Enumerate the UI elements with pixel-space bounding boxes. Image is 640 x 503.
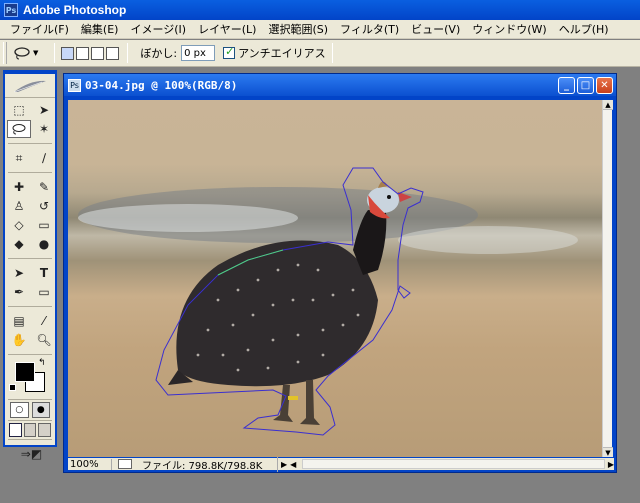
divider [8,306,52,307]
clone-stamp-icon[interactable]: ♙ [7,197,31,215]
toolbox: ⬚ ➤ ✶ ⌗ ∕ ✚ ✎ ♙ ↺ ◇ ▭ ◆ ● ➤ T ✒ ▭ ▤ ⁄ ✋ … [3,70,57,461]
antialias-checkbox[interactable] [223,45,236,59]
divider [331,43,333,63]
default-colors-icon[interactable] [9,384,16,391]
document-title: 03-04.jpg @ 100%(RGB/8) [85,78,238,92]
feather-logo-icon[interactable] [5,74,55,98]
scroll-down-arrow-icon[interactable]: ▼ [603,447,613,457]
divider [8,420,52,421]
antialias-label: アンチエイリアス [238,47,326,60]
blur-tool-icon[interactable]: ◆ [7,235,31,253]
options-bar: ▼ ぼかし: アンチエイリアス [0,40,640,67]
divider [8,258,52,259]
app-title-bar: Ps Adobe Photoshop [0,0,640,20]
screen-mode-full-button[interactable] [38,423,52,437]
menu-edit[interactable]: 編集(E) [75,21,125,37]
crop-tool-icon[interactable]: ⌗ [7,149,31,167]
tool-preset-picker[interactable]: ▼ [13,46,38,60]
file-size-info[interactable]: ファイル: 798.8K/798.8K [138,456,278,472]
pen-tool-icon[interactable]: ✒ [7,283,31,301]
jump-to-imageready-icon[interactable]: ⇒◩ [7,445,56,463]
eyedropper-tool-icon[interactable]: ⁄ [32,312,56,330]
magic-wand-tool-icon[interactable]: ✶ [32,120,56,138]
menu-view[interactable]: ビュー(V) [405,21,466,37]
standard-mode-button[interactable]: ○ [10,402,29,418]
intersect-selection-button[interactable] [106,46,120,60]
swap-colors-icon[interactable]: ↰ [38,358,46,368]
minimize-button[interactable]: _ [558,77,575,94]
feather-input[interactable] [181,45,216,61]
status-bar: 100% ファイル: 798.8K/798.8K ▶ ◀ ▶ [68,456,614,472]
guinea-fowl-photo [78,167,578,436]
horizontal-scrollbar[interactable] [302,459,605,469]
foreground-color-swatch[interactable] [15,362,35,382]
hand-tool-icon[interactable]: ✋ [7,331,31,349]
color-swatches: ↰ [9,358,51,396]
dodge-tool-icon[interactable]: ● [32,235,56,253]
divider [127,43,129,63]
lasso-tool-icon[interactable] [7,120,31,138]
add-selection-button[interactable] [76,46,90,60]
menu-filter[interactable]: フィルタ(T) [334,21,405,37]
healing-brush-icon[interactable]: ✚ [7,178,31,196]
maximize-button[interactable]: □ [577,77,594,94]
app-title: Adobe Photoshop [23,3,127,17]
menu-help[interactable]: ヘルプ(H) [553,21,615,37]
document-title-bar[interactable]: Ps 03-04.jpg @ 100%(RGB/8) [64,74,616,96]
vertical-scrollbar[interactable]: ▲ ▼ [602,100,613,457]
menu-image[interactable]: イメージ(I) [124,21,192,37]
move-tool-icon[interactable]: ➤ [32,101,56,119]
divider [8,172,52,173]
menu-window[interactable]: ウィンドウ(W) [466,21,552,37]
menu-select[interactable]: 選択範囲(S) [262,21,334,37]
scroll-right-arrow-icon[interactable]: ▶ [608,460,614,469]
document-window: Ps 03-04.jpg @ 100%(RGB/8) _ □ ✕ ▲ ▼ 100… [63,73,617,473]
photoshop-icon: Ps [4,3,18,17]
menu-layer[interactable]: レイヤー(L) [192,21,262,37]
divider [54,43,56,63]
gradient-tool-icon[interactable]: ▭ [32,216,56,234]
shape-tool-icon[interactable]: ▭ [32,283,56,301]
slice-tool-icon[interactable]: ∕ [32,149,56,167]
scroll-left-arrow-icon[interactable]: ◀ [290,460,296,469]
zoom-level[interactable]: 100% [68,458,112,470]
options-grip[interactable] [3,42,7,64]
status-menu-arrow-icon[interactable]: ▶ [281,460,287,469]
divider [8,143,52,144]
menu-bar: ファイル(F) 編集(E) イメージ(I) レイヤー(L) 選択範囲(S) フィ… [0,20,640,39]
menu-file[interactable]: ファイル(F) [4,21,75,37]
divider [8,399,52,400]
new-selection-button[interactable] [61,46,75,60]
type-tool-icon[interactable]: T [32,264,56,282]
path-selection-icon[interactable]: ➤ [7,264,31,282]
history-brush-icon[interactable]: ↺ [32,197,56,215]
scroll-up-arrow-icon[interactable]: ▲ [603,100,613,110]
subtract-selection-button[interactable] [91,46,105,60]
close-button[interactable]: ✕ [596,77,613,94]
document-icon: Ps [68,78,81,92]
image-canvas[interactable] [68,100,608,457]
eraser-tool-icon[interactable]: ◇ [7,216,31,234]
screen-mode-fullmenu-button[interactable] [23,423,37,437]
brush-tool-icon[interactable]: ✎ [32,178,56,196]
zoom-tool-icon[interactable]: 🔍︎ [32,331,56,349]
navigator-icon[interactable] [118,459,132,469]
lasso-icon [14,47,30,60]
screen-mode-standard-button[interactable] [9,423,22,437]
notes-tool-icon[interactable]: ▤ [7,312,31,330]
chevron-down-icon: ▼ [33,49,39,57]
quick-mask-button[interactable]: ● [31,402,50,418]
divider [8,439,52,440]
divider [8,354,52,355]
marquee-tool-icon[interactable]: ⬚ [7,101,31,119]
feather-label: ぼかし: [140,47,178,60]
